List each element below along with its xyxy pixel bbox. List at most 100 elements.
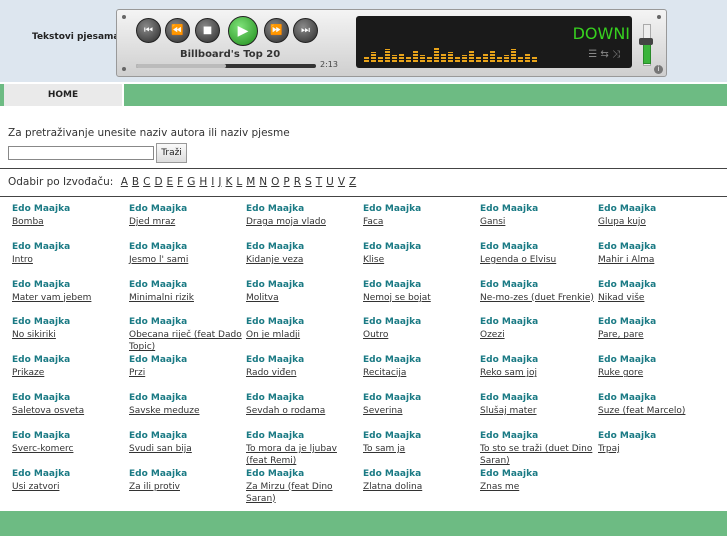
song-title-link[interactable]: Faca xyxy=(363,216,478,228)
song-title-link[interactable]: On je mladji xyxy=(246,329,361,341)
song-title-link[interactable]: Ozezi xyxy=(480,329,595,341)
song-item: Edo Maajka Glupa kujo xyxy=(598,201,713,228)
alphabet-letter-d[interactable]: D xyxy=(154,176,162,188)
song-title-link[interactable]: Ruke gore xyxy=(598,367,713,379)
song-title-link[interactable]: Reko sam joj xyxy=(480,367,595,379)
song-title-link[interactable]: Gansi xyxy=(480,216,595,228)
prev-track-button[interactable]: ⏮ xyxy=(136,18,161,43)
song-title-link[interactable]: Svudi san bija xyxy=(129,443,244,455)
song-item: Edo Maajka To sto se traži (duet Dino Sar… xyxy=(480,428,595,467)
song-title-link[interactable]: Usi zatvori xyxy=(12,481,127,493)
song-title-link[interactable]: Za Mirzu (feat Dino Saran) xyxy=(246,481,361,505)
alphabet-letter-v[interactable]: V xyxy=(338,176,345,188)
song-title-link[interactable]: Molitva xyxy=(246,292,361,304)
alphabet-letter-a[interactable]: A xyxy=(121,176,128,188)
song-title-link[interactable]: Saletova osveta xyxy=(12,405,127,417)
stop-button[interactable]: ■ xyxy=(195,18,220,43)
rewind-button[interactable]: ⏪ xyxy=(165,18,190,43)
alphabet-letter-h[interactable]: H xyxy=(199,176,207,188)
search-button[interactable]: Traži xyxy=(156,143,187,163)
alphabet-letter-j[interactable]: J xyxy=(218,176,221,188)
alphabet-letter-f[interactable]: F xyxy=(177,176,183,188)
song-title-link[interactable]: Sevdah o rodama xyxy=(246,405,361,417)
playlist-icon[interactable]: ☰ xyxy=(588,49,597,60)
song-title-link[interactable]: Savske meduze xyxy=(129,405,244,417)
song-title-link[interactable]: Slušaj mater xyxy=(480,405,595,417)
eq-bar xyxy=(490,51,495,62)
fast-forward-button[interactable]: ⏩ xyxy=(264,18,289,43)
alphabet-letter-e[interactable]: E xyxy=(167,176,174,188)
alphabet-letter-r[interactable]: R xyxy=(294,176,301,188)
song-title-link[interactable]: Nemoj se bojat xyxy=(363,292,478,304)
alphabet-letter-u[interactable]: U xyxy=(326,176,334,188)
song-title-link[interactable]: Recitacija xyxy=(363,367,478,379)
alphabet-letter-t[interactable]: T xyxy=(316,176,322,188)
artist-alphabet: Odabir po Izvođaču: ABCDEFGHIJKLMNOPRSTU… xyxy=(8,176,356,188)
song-title-link[interactable]: Severina xyxy=(363,405,478,417)
alphabet-letter-z[interactable]: Z xyxy=(349,176,356,188)
song-title-link[interactable]: Suze (feat Marcelo) xyxy=(598,405,713,417)
song-title-link[interactable]: Bomba xyxy=(12,216,127,228)
song-artist: Edo Maajka xyxy=(363,279,422,290)
alphabet-letter-p[interactable]: P xyxy=(283,176,289,188)
song-title-link[interactable]: Przi xyxy=(129,367,244,379)
song-title-link[interactable]: Glupa kujo xyxy=(598,216,713,228)
alphabet-letter-c[interactable]: C xyxy=(143,176,150,188)
search-input[interactable] xyxy=(8,146,154,160)
repeat-icon[interactable]: ⇆ xyxy=(600,49,608,60)
alphabet-letter-b[interactable]: B xyxy=(132,176,139,188)
song-title-link[interactable]: Klise xyxy=(363,254,478,266)
song-title-link[interactable]: Za ili protiv xyxy=(129,481,244,493)
alphabet-letter-m[interactable]: M xyxy=(246,176,255,188)
volume-slider[interactable] xyxy=(638,20,654,68)
song-item: Edo Maajka Minimalni rizik xyxy=(129,277,244,304)
song-title-link[interactable]: Zlatna dolina xyxy=(363,481,478,493)
song-title-link[interactable]: Pare, pare xyxy=(598,329,713,341)
song-title-link[interactable]: Mater vam jebem xyxy=(12,292,127,304)
song-artist: Edo Maajka xyxy=(363,317,422,328)
song-title-link[interactable]: Mahir i Alma xyxy=(598,254,713,266)
song-artist: Edo Maajka xyxy=(363,355,422,366)
song-title-link[interactable]: To sto se traži (duet Dino Saran) xyxy=(480,443,595,467)
song-title-link[interactable]: Legenda o Elvisu xyxy=(480,254,595,266)
volume-knob[interactable] xyxy=(639,38,653,45)
next-track-button[interactable]: ⏭ xyxy=(293,18,318,43)
alphabet-letter-n[interactable]: N xyxy=(259,176,267,188)
song-title-link[interactable]: Djed mraz xyxy=(129,216,244,228)
progress-bar[interactable] xyxy=(136,64,316,68)
song-item: Edo Maajka Bomba xyxy=(12,201,127,228)
song-title-link[interactable]: Obecana riječ (feat Dado Topic) xyxy=(129,329,244,353)
alphabet-letter-i[interactable]: I xyxy=(211,176,214,188)
song-title-link[interactable]: Kidanje veza xyxy=(246,254,361,266)
shuffle-icon[interactable]: ⤨ xyxy=(612,49,620,60)
song-title-link[interactable]: Rado viđen xyxy=(246,367,361,379)
alphabet-letter-s[interactable]: S xyxy=(305,176,312,188)
song-title-link[interactable]: Nikad više xyxy=(598,292,713,304)
song-item: Edo Maajka Ozezi xyxy=(480,314,595,341)
song-title-link[interactable]: Znas me xyxy=(480,481,595,493)
info-icon[interactable]: i xyxy=(654,65,663,74)
song-title-link[interactable]: Minimalni rizik xyxy=(129,292,244,304)
song-title-link[interactable]: No sikiriki xyxy=(12,329,127,341)
song-title-link[interactable]: Jesmo l' sami xyxy=(129,254,244,266)
song-title-link[interactable]: To sam ja xyxy=(363,443,478,455)
song-artist: Edo Maajka xyxy=(598,241,657,252)
song-item: Edo Maajka Outro xyxy=(363,314,478,341)
song-artist: Edo Maajka xyxy=(129,241,188,252)
play-button[interactable]: ▶ xyxy=(228,16,258,46)
alphabet-letter-l[interactable]: L xyxy=(236,176,242,188)
song-grid: Edo Maajka Bomba Edo Maajka Djed mraz Edo Ma… xyxy=(12,201,722,504)
song-title-link[interactable]: Prikaze xyxy=(12,367,127,379)
song-title-link[interactable]: Draga moja vlado xyxy=(246,216,361,228)
alphabet-letter-o[interactable]: O xyxy=(271,176,279,188)
song-item: Edo Maajka Nemoj se bojat xyxy=(363,277,478,304)
song-title-link[interactable]: Ne-mo-zes (duet Frenkie) xyxy=(480,292,595,304)
song-title-link[interactable]: Sverc-komerc xyxy=(12,443,127,455)
song-title-link[interactable]: Intro xyxy=(12,254,127,266)
song-title-link[interactable]: Trpaj xyxy=(598,443,713,455)
song-title-link[interactable]: Outro xyxy=(363,329,478,341)
song-title-link[interactable]: To mora da je ljubav (feat Remi) xyxy=(246,443,361,467)
alphabet-letter-k[interactable]: K xyxy=(225,176,232,188)
nav-home-tab[interactable]: HOME xyxy=(4,84,124,106)
alphabet-letter-g[interactable]: G xyxy=(187,176,195,188)
